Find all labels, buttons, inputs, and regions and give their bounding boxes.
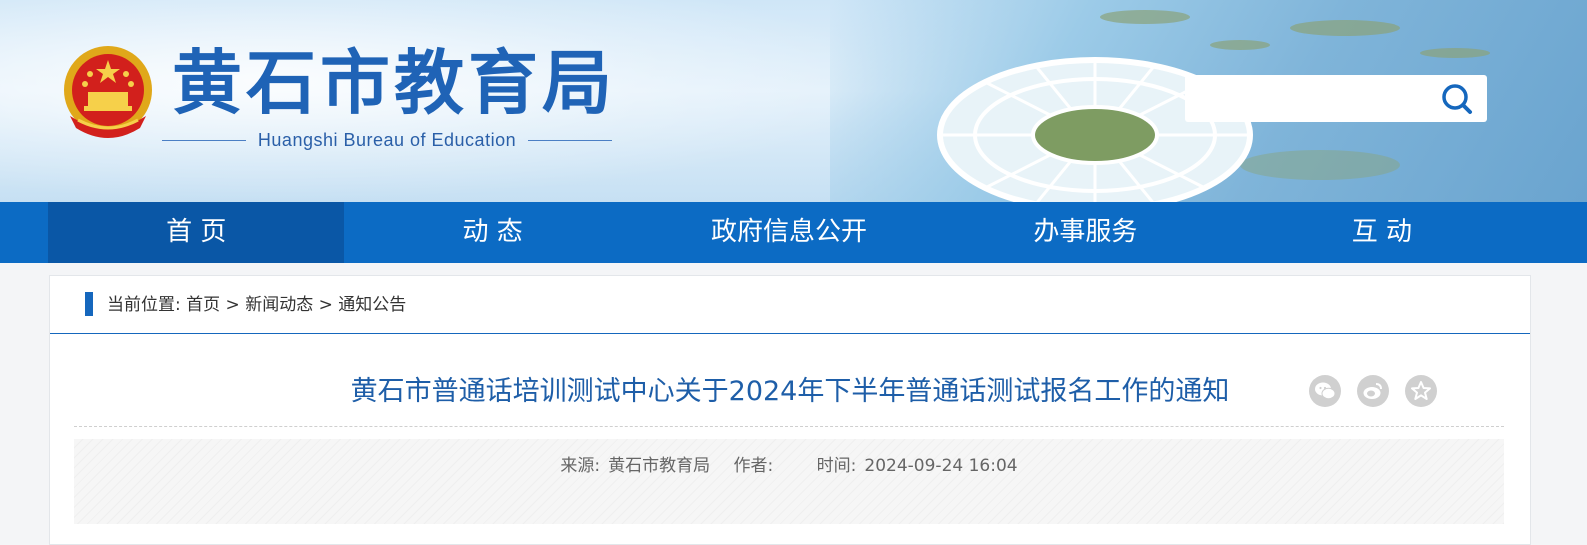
wechat-icon <box>1315 382 1336 400</box>
divider <box>162 139 246 141</box>
nav-item-gov-info[interactable]: 政府信息公开 <box>641 202 937 263</box>
island-decoration <box>1420 48 1490 58</box>
divider <box>528 139 613 141</box>
site-subtitle-text: Huangshi Bureau of Education <box>257 129 517 150</box>
site-subtitle: Huangshi Bureau of Education <box>162 128 613 152</box>
main-nav: 首 页 动 态 政府信息公开 办事服务 互 动 <box>0 202 1587 263</box>
favorite-icon <box>1411 381 1431 400</box>
site-header: 黄石市教育局 Huangshi Bureau of Education <box>0 0 1587 202</box>
article-title: 黄石市普通话培训测试中心关于2024年下半年普通话测试报名工作的通知 <box>350 376 1230 407</box>
nav-item-home[interactable]: 首 页 <box>48 202 345 263</box>
nav-item-services[interactable]: 办事服务 <box>937 202 1233 263</box>
share-weibo-button[interactable] <box>1357 375 1389 407</box>
breadcrumb-prefix: 当前位置: <box>107 295 181 315</box>
weibo-icon <box>1363 383 1382 399</box>
nav-item-news[interactable]: 动 态 <box>344 202 640 263</box>
breadcrumb-news[interactable]: 新闻动态 <box>245 295 313 315</box>
breadcrumb-home[interactable]: 首页 <box>186 295 220 315</box>
favorite-button[interactable] <box>1405 375 1437 407</box>
article-meta: 来源: 黄石市教育局 作者: 时间: 2024-09-24 16:04 <box>74 439 1504 524</box>
article-panel: 当前位置: 首页 > 新闻动态 > 通知公告 黄石市普通话培训测试中心关于202… <box>49 275 1531 545</box>
island-decoration <box>1290 20 1400 36</box>
search-button[interactable] <box>1438 80 1476 118</box>
breadcrumb-notices[interactable]: 通知公告 <box>338 295 406 315</box>
nav-item-interaction[interactable]: 互 动 <box>1234 202 1530 263</box>
search-input[interactable] <box>1197 85 1427 112</box>
source-value: 黄石市教育局 <box>608 456 711 476</box>
divider <box>74 426 1504 427</box>
author-label: 作者: <box>733 456 774 476</box>
site-title: 黄石市教育局 <box>172 41 616 124</box>
breadcrumb: 当前位置: 首页 > 新闻动态 > 通知公告 <box>50 276 1530 334</box>
time-value: 2024-09-24 16:04 <box>864 456 1018 476</box>
breadcrumb-separator: > <box>225 295 240 315</box>
hill-decoration <box>1240 150 1400 180</box>
national-emblem-icon <box>64 46 152 138</box>
share-wechat-button[interactable] <box>1309 375 1341 407</box>
breadcrumb-marker <box>85 292 93 316</box>
breadcrumb-separator: > <box>318 295 333 315</box>
source-label: 来源: <box>560 456 601 476</box>
island-decoration <box>1100 10 1190 24</box>
search-icon <box>1442 84 1472 114</box>
time-label: 时间: <box>816 456 857 476</box>
